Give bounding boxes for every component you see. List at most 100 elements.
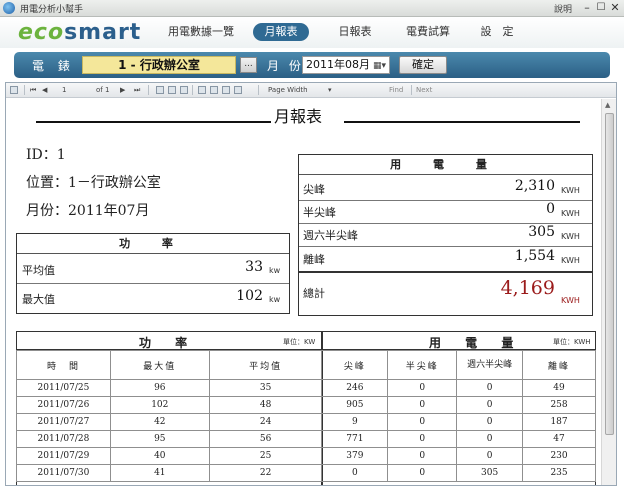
- toggle-sidebar-icon[interactable]: [10, 86, 18, 94]
- col-header-offpeak: 離峰: [522, 350, 596, 380]
- print-layout-icon[interactable]: [210, 86, 218, 94]
- nav-settings[interactable]: 設 定: [474, 23, 520, 41]
- energy-midpeak-label: 半尖峰: [303, 206, 336, 219]
- energy-sat-midpeak-label: 週六半尖峰: [303, 229, 358, 242]
- nav-bill-calculator[interactable]: 電費試算: [398, 23, 458, 41]
- main-navbar: ecosmart 用電數據一覽 月報表 日報表 電費試算 設 定: [0, 17, 624, 48]
- cell-avg: 56: [208, 430, 323, 448]
- cell-peak: 771: [321, 430, 389, 448]
- cell-max: 40: [109, 447, 210, 465]
- cell-time: 2011/07/28: [16, 430, 111, 448]
- meter-browse-button[interactable]: ...: [240, 57, 257, 73]
- cell-avg: 35: [208, 379, 323, 397]
- cell-time: 2011/07/26: [16, 396, 111, 414]
- power-max-value: 102: [236, 288, 263, 304]
- nav-usage-overview[interactable]: 用電數據一覽: [160, 23, 242, 41]
- prev-page-icon[interactable]: ◀: [42, 85, 47, 95]
- total-divider: [299, 271, 592, 273]
- close-icon[interactable]: ✕: [608, 1, 622, 15]
- app-logo-icon: [3, 2, 15, 14]
- meter-select-field[interactable]: 1 - 行政辦公室: [82, 56, 236, 74]
- table-row: 2011/07/26 102 48 905 0 0 258: [16, 396, 596, 414]
- minimize-icon[interactable]: –: [580, 1, 594, 15]
- cell-avg: 25: [208, 447, 323, 465]
- daily-detail-table: 時 間 最大值 平均值 尖峰 半尖峰 週六半尖峰 離峰 2011/07/25 9…: [16, 350, 596, 482]
- ecosmart-logo: ecosmart: [18, 20, 141, 45]
- meter-label: 電 錶: [32, 59, 75, 73]
- energy-total-unit: KWH: [561, 296, 580, 305]
- energy-peak-label: 尖峰: [303, 183, 325, 196]
- table-row: 2011/07/27 42 24 9 0 0 187: [16, 413, 596, 431]
- cell-avg: 22: [208, 464, 323, 482]
- zoom-dropdown-icon[interactable]: ▾: [328, 85, 332, 95]
- window-title: 用電分析小幫手: [20, 5, 84, 15]
- last-page-icon[interactable]: ⏭: [134, 85, 140, 95]
- export-icon[interactable]: [234, 86, 242, 94]
- power-avg-value: 33: [245, 259, 263, 275]
- power-summary-box: 功 率 平均值 33 kw 最大值 102 kw: [16, 233, 290, 314]
- cell-sat-midpeak: 0: [456, 447, 524, 465]
- stop-icon[interactable]: [168, 86, 176, 94]
- cell-offpeak: 47: [522, 430, 596, 448]
- report-month: 月份：2011年07月: [26, 203, 150, 219]
- next-page-icon[interactable]: ▶: [120, 85, 125, 95]
- title-rule-right: [344, 121, 580, 123]
- find-link[interactable]: Find: [389, 85, 403, 95]
- confirm-button[interactable]: 確定: [399, 56, 447, 74]
- cell-time: 2011/07/30: [16, 464, 111, 482]
- table-row: 2011/07/25 96 35 246 0 0 49: [16, 379, 596, 397]
- first-page-icon[interactable]: ⏮: [30, 85, 36, 95]
- cell-midpeak: 0: [387, 379, 458, 397]
- page-setup-icon[interactable]: [222, 86, 230, 94]
- viewer-toolbar: ⏮ ◀ 1 of 1 ▶ ⏭ Page Width ▾ Find Next: [6, 83, 616, 98]
- cell-sat-midpeak: 305: [456, 464, 524, 482]
- vertical-scrollbar[interactable]: ▲: [601, 99, 616, 485]
- energy-offpeak-value: 1,554: [514, 248, 555, 264]
- cell-peak: 905: [321, 396, 389, 414]
- toolbar-separator: [24, 85, 25, 95]
- power-avg-label: 平均值: [22, 264, 55, 277]
- report-location: 位置：1－行政辦公室: [26, 175, 161, 191]
- nav-daily-report[interactable]: 日報表: [330, 23, 380, 41]
- col-header-midpeak: 半尖峰: [387, 350, 458, 380]
- cell-offpeak: 230: [522, 447, 596, 465]
- cell-max: 96: [109, 379, 210, 397]
- table-row: 2011/07/29 40 25 379 0 0 230: [16, 447, 596, 465]
- cell-time: 2011/07/25: [16, 379, 111, 397]
- cell-sat-midpeak: 0: [456, 430, 524, 448]
- month-picker-field[interactable]: 2011年08月 ▦▾: [302, 56, 390, 74]
- cell-max: 95: [109, 430, 210, 448]
- print-icon[interactable]: [198, 86, 206, 94]
- energy-offpeak-label: 離峰: [303, 253, 325, 266]
- zoom-select[interactable]: Page Width: [268, 85, 308, 95]
- energy-midpeak-unit: KWH: [561, 209, 580, 218]
- month-label: 月 份: [267, 59, 304, 73]
- page-number-input[interactable]: 1: [62, 85, 66, 95]
- toolbar-separator: [258, 85, 259, 95]
- scroll-up-icon[interactable]: ▲: [605, 101, 610, 109]
- calendar-icon[interactable]: ▦▾: [373, 58, 386, 74]
- cell-sat-midpeak: 0: [456, 396, 524, 414]
- refresh-icon[interactable]: [180, 86, 188, 94]
- help-link[interactable]: 說明: [554, 2, 572, 15]
- cell-midpeak: 0: [387, 430, 458, 448]
- page-count: of 1: [96, 86, 110, 94]
- cell-offpeak: 235: [522, 464, 596, 482]
- cell-time: 2011/07/29: [16, 447, 111, 465]
- nav-monthly-report[interactable]: 月報表: [253, 23, 309, 41]
- col-header-avg: 平均值: [208, 350, 323, 380]
- energy-total-value: 4,169: [500, 277, 555, 299]
- window-titlebar: 用電分析小幫手 說明 – ☐ ✕: [0, 0, 624, 17]
- back-icon[interactable]: [156, 86, 164, 94]
- maximize-icon[interactable]: ☐: [594, 1, 608, 15]
- detail-table-frame: 功 率 單位：KW 用 電 量 單位：KWH 時 間 最大值 平均值 尖峰 半尖…: [16, 331, 596, 485]
- report-id: ID：1: [26, 147, 66, 163]
- power-max-label: 最大值: [22, 293, 55, 306]
- cell-midpeak: 0: [387, 396, 458, 414]
- logo-smart-text: smart: [64, 20, 142, 45]
- logo-eco-text: eco: [18, 20, 65, 45]
- cell-time: 2011/07/27: [16, 413, 111, 431]
- scroll-thumb[interactable]: [605, 113, 614, 435]
- report-page: 月報表 ID：1 位置：1－行政辦公室 月份：2011年07月 功 率 平均值 …: [6, 99, 600, 485]
- find-next-link[interactable]: Next: [416, 85, 432, 95]
